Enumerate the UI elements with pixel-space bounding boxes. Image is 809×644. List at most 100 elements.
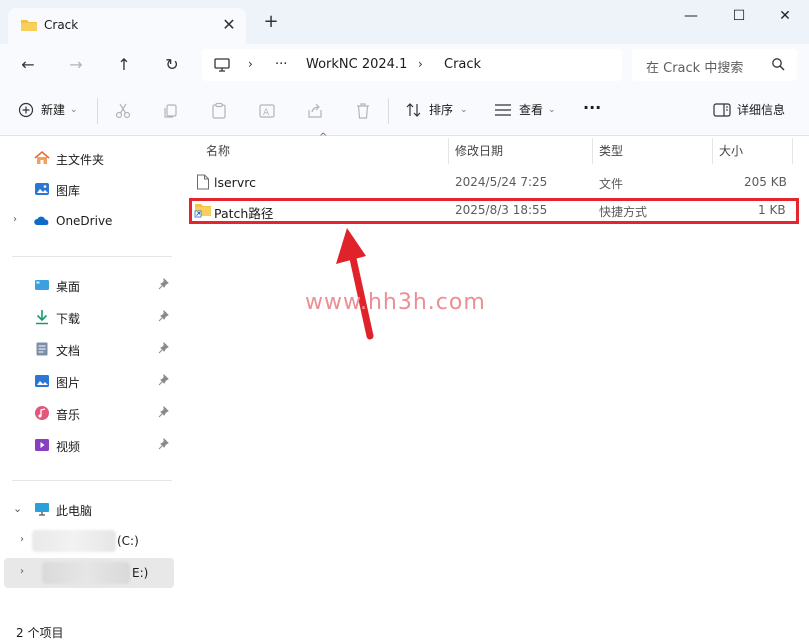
chevron-right-icon[interactable]: ›: [20, 566, 24, 577]
more-options-button[interactable]: ···: [583, 98, 601, 117]
monitor-icon: [35, 503, 49, 516]
pin-icon[interactable]: [158, 374, 170, 386]
search-box[interactable]: 在 Crack 中搜索: [632, 49, 797, 81]
search-icon[interactable]: [771, 57, 785, 71]
rename-icon[interactable]: A: [258, 102, 276, 120]
pin-icon[interactable]: [158, 342, 170, 354]
sidebar-item-gallery[interactable]: 图库: [0, 174, 178, 204]
blurred-label: [32, 530, 116, 552]
drive-c-label: (C:): [117, 534, 139, 548]
close-tab-icon[interactable]: ✕: [220, 16, 238, 34]
pictures-icon: [35, 375, 49, 387]
sort-button[interactable]: 排序 ⌄: [405, 101, 468, 118]
breadcrumb-separator: ›: [418, 57, 423, 71]
tab-crack[interactable]: Crack ✕: [8, 8, 246, 44]
cut-icon[interactable]: [114, 102, 132, 120]
column-header-name[interactable]: 名称: [206, 142, 230, 159]
status-bar: 2 个项目: [0, 620, 809, 644]
pin-icon[interactable]: [158, 310, 170, 322]
search-input[interactable]: 在 Crack 中搜索: [646, 57, 743, 76]
view-button[interactable]: 查看 ⌄: [494, 101, 556, 118]
download-icon: [36, 310, 48, 325]
breadcrumb-overflow[interactable]: ···: [275, 57, 287, 72]
pin-icon[interactable]: [158, 278, 170, 290]
svg-text:A: A: [263, 108, 270, 118]
gallery-icon: [35, 183, 49, 195]
new-tab-button[interactable]: +: [262, 13, 280, 31]
plus-circle-icon: [18, 102, 34, 117]
sidebar-item-desktop[interactable]: 桌面: [0, 270, 178, 300]
breadcrumb-crack[interactable]: Crack: [444, 57, 481, 72]
details-pane-button[interactable]: 详细信息: [713, 101, 785, 118]
column-header-size[interactable]: 大小: [719, 142, 743, 159]
sort-label: 排序: [429, 103, 454, 117]
drive-e-label: E:): [132, 566, 149, 580]
sidebar-item-onedrive[interactable]: › OneDrive: [0, 206, 178, 236]
file-list: ^ 名称 修改日期 类型 大小 lservrc 2024/5/24 7:25 文…: [180, 132, 809, 620]
column-divider[interactable]: [592, 138, 593, 164]
chevron-right-icon[interactable]: ›: [20, 534, 24, 545]
sidebar-item-music[interactable]: 音乐: [0, 398, 178, 428]
document-icon: [36, 342, 48, 356]
home-icon: [34, 150, 50, 164]
details-label: 详细信息: [737, 103, 786, 117]
back-arrow-icon[interactable]: ←: [16, 53, 40, 77]
sidebar-item-drive-c[interactable]: › (C:): [0, 526, 178, 556]
chevron-down-icon: ⌄: [460, 104, 468, 115]
column-header-modified[interactable]: 修改日期: [455, 142, 503, 159]
divider: [388, 98, 389, 124]
address-bar[interactable]: › ··· WorkNC 2024.1 › Crack: [202, 49, 622, 81]
column-divider[interactable]: [448, 138, 449, 164]
minimize-button[interactable]: —: [676, 6, 706, 26]
breadcrumb-worknc[interactable]: WorkNC 2024.1: [306, 57, 407, 72]
column-divider[interactable]: [712, 138, 713, 164]
music-icon: [35, 406, 49, 420]
sidebar-item-videos[interactable]: 视频: [0, 430, 178, 460]
navigation-bar: ← → ↑ ↻ › ··· WorkNC 2024.1 › Crack 在 Cr…: [0, 44, 809, 86]
column-divider[interactable]: [792, 138, 793, 164]
breadcrumb-separator: ›: [248, 57, 253, 71]
sidebar-label: 桌面: [56, 280, 81, 294]
table-row[interactable]: lservrc 2024/5/24 7:25 文件 205 KB: [188, 168, 798, 196]
refresh-icon[interactable]: ↻: [160, 53, 184, 77]
sidebar-item-documents[interactable]: 文档: [0, 334, 178, 364]
red-annotation-arrow-icon: [336, 228, 374, 340]
item-count: 2 个项目: [16, 626, 64, 640]
sidebar-item-pictures[interactable]: 图片: [0, 366, 178, 396]
file-modified: 2024/5/24 7:25: [455, 175, 548, 189]
divider: [12, 480, 172, 481]
computer-icon: [214, 58, 230, 72]
sidebar-label: 音乐: [56, 408, 81, 422]
sidebar-item-this-pc[interactable]: ⌄ 此电脑: [0, 494, 178, 524]
close-window-button[interactable]: ✕: [770, 6, 800, 26]
up-arrow-icon[interactable]: ↑: [112, 53, 136, 77]
copy-icon[interactable]: [162, 102, 180, 120]
tab-title: Crack: [44, 18, 79, 32]
maximize-button[interactable]: ☐: [724, 6, 754, 26]
chevron-down-icon[interactable]: ⌄: [13, 502, 22, 515]
pin-icon[interactable]: [158, 438, 170, 450]
chevron-right-icon[interactable]: ›: [13, 214, 17, 225]
command-bar: 新建 ⌄ A 排序 ⌄ 查看 ⌄ ··· 详细信息: [0, 86, 809, 136]
watermark-text: www.hh3h.com: [305, 290, 486, 315]
sidebar-item-downloads[interactable]: 下载: [0, 302, 178, 332]
delete-icon[interactable]: [354, 102, 372, 120]
sidebar-item-home[interactable]: 主文件夹: [0, 143, 178, 173]
pin-icon[interactable]: [158, 406, 170, 418]
blurred-label: [42, 562, 130, 584]
onedrive-cloud-icon: [34, 216, 49, 225]
sidebar-label: 图库: [56, 184, 81, 198]
video-icon: [35, 439, 49, 451]
sidebar-item-drive-e[interactable]: › E:): [4, 558, 174, 588]
sidebar-label: 文档: [56, 344, 81, 358]
column-header-type[interactable]: 类型: [599, 142, 623, 159]
folder-icon: [21, 20, 37, 31]
sidebar-label: 下载: [56, 312, 81, 326]
new-button[interactable]: 新建 ⌄: [18, 101, 78, 118]
view-label: 查看: [519, 103, 544, 117]
forward-arrow-icon[interactable]: →: [64, 53, 88, 77]
new-label: 新建: [41, 103, 66, 117]
paste-icon[interactable]: [210, 102, 228, 120]
title-bar: Crack ✕ + — ☐ ✕: [0, 0, 809, 44]
share-icon[interactable]: [306, 102, 324, 120]
